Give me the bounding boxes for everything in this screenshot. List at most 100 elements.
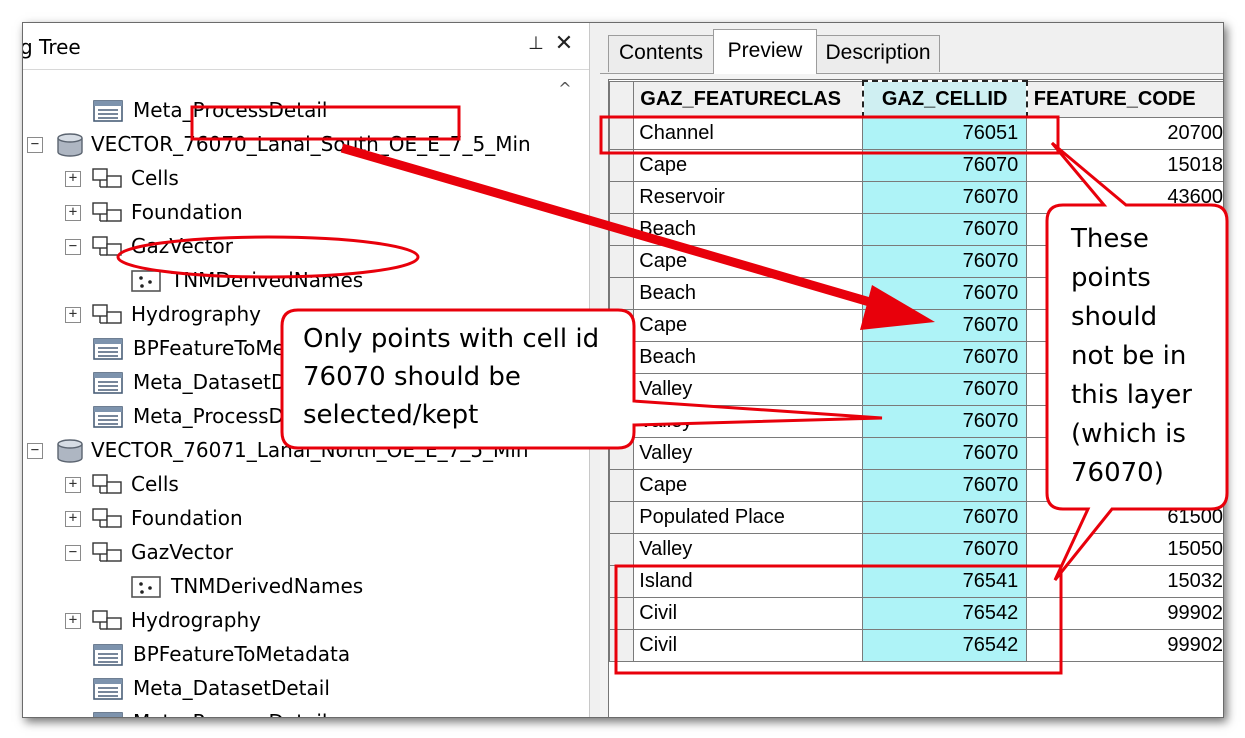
cell-feature-code[interactable]: 99902	[1026, 629, 1223, 662]
row-selector[interactable]	[609, 149, 635, 182]
collapse-icon[interactable]: −	[27, 137, 43, 153]
cell-featureclass[interactable]: Civil	[633, 629, 864, 662]
cell-featureclass[interactable]: Cape	[633, 309, 864, 342]
expand-icon[interactable]: +	[65, 171, 81, 187]
cell-cellid[interactable]: 76070	[862, 501, 1028, 534]
cell-cellid[interactable]: 76070	[862, 245, 1028, 278]
cell-feature-code[interactable]: 61500	[1026, 501, 1223, 534]
cell-featureclass[interactable]: Valley	[633, 437, 864, 470]
cell-cellid[interactable]: 76070	[862, 341, 1028, 374]
row-selector[interactable]	[609, 213, 635, 246]
row-selector[interactable]	[609, 181, 635, 214]
row-selector[interactable]	[609, 405, 635, 438]
cell-featureclass[interactable]: Beach	[633, 341, 864, 374]
cell-feature-code[interactable]: 15032	[1026, 565, 1223, 598]
cell-cellid[interactable]: 76070	[862, 405, 1028, 438]
expand-icon[interactable]: +	[65, 511, 81, 527]
cell-featureclass[interactable]: Island	[633, 565, 864, 598]
table-row[interactable]: Cape 76070 15018	[609, 149, 1223, 182]
row-selector[interactable]	[609, 501, 635, 534]
cell-featureclass[interactable]: Cape	[633, 245, 864, 278]
tab-contents[interactable]: Contents	[608, 35, 714, 72]
cell-featureclass[interactable]: Beach	[633, 213, 864, 246]
tree-item-tnmderivednames[interactable]: TNMDerivedNames	[23, 570, 583, 602]
tree-item-cells[interactable]: + Cells	[23, 468, 583, 500]
cell-cellid[interactable]: 76541	[862, 565, 1028, 598]
tree-item-meta-datasetdetail[interactable]: Meta_DatasetDetail	[23, 672, 583, 704]
cell-featureclass[interactable]: Valley	[633, 405, 864, 438]
cell-cellid[interactable]: 76070	[862, 309, 1028, 342]
row-header-corner[interactable]	[609, 80, 635, 118]
expand-icon[interactable]: +	[65, 477, 81, 493]
cell-feature-code[interactable]: 15018	[1026, 149, 1223, 182]
cell-featureclass[interactable]: Beach	[633, 277, 864, 310]
collapse-icon[interactable]: −	[27, 443, 43, 459]
column-header-feature-code[interactable]: FEATURE_CODE	[1026, 80, 1223, 118]
tree-item-meta-processdetail[interactable]: Meta_ProcessDetail	[23, 94, 583, 126]
row-selector[interactable]	[609, 437, 635, 470]
table-row[interactable]: Civil 76542 99902	[609, 597, 1223, 630]
row-selector[interactable]	[609, 469, 635, 502]
cell-featureclass[interactable]: Valley	[633, 373, 864, 406]
cell-feature-code[interactable]: 20700	[1026, 116, 1223, 150]
tree-item-foundation[interactable]: + Foundation	[23, 502, 583, 534]
cell-cellid[interactable]: 76070	[862, 533, 1028, 566]
collapse-icon[interactable]: −	[65, 545, 81, 561]
cell-featureclass[interactable]: Populated Place	[633, 501, 864, 534]
row-selector[interactable]	[609, 245, 635, 278]
expand-icon[interactable]: +	[65, 307, 81, 323]
row-selector[interactable]	[609, 341, 635, 374]
cell-featureclass[interactable]: Channel	[633, 116, 864, 150]
close-icon[interactable]: ✕	[553, 31, 575, 56]
row-selector[interactable]	[609, 597, 635, 630]
row-selector[interactable]	[609, 116, 635, 150]
table-row[interactable]: Island 76541 15032	[609, 565, 1223, 598]
tree-item-cells[interactable]: + Cells	[23, 162, 583, 194]
tree-item-hydrography[interactable]: + Hydrography	[23, 604, 583, 636]
pin-icon[interactable]: ⊥	[526, 33, 546, 55]
cell-cellid[interactable]: 76070	[862, 373, 1028, 406]
cell-featureclass[interactable]: Valley	[633, 533, 864, 566]
tree-item-vector-76071[interactable]: − VECTOR_76071_Lanai_North_OE_E_7_5_Min	[23, 434, 583, 466]
row-selector[interactable]	[609, 277, 635, 310]
tree-item-meta-processdetail[interactable]: Meta_ProcessDetail	[23, 706, 583, 717]
table-row[interactable]: Channel 76051 20700	[609, 116, 1223, 150]
cell-cellid[interactable]: 76070	[862, 213, 1028, 246]
tree-item-foundation[interactable]: + Foundation	[23, 196, 583, 228]
tab-description[interactable]: Description	[816, 35, 940, 72]
tree-item-tnmderivednames[interactable]: TNMDerivedNames	[23, 264, 583, 296]
cell-cellid[interactable]: 76070	[862, 149, 1028, 182]
tree-item-gazvector[interactable]: − GazVector	[23, 536, 583, 568]
row-selector[interactable]	[609, 565, 635, 598]
column-header-gaz-cellid[interactable]: GAZ_CELLID	[861, 80, 1028, 118]
tab-preview[interactable]: Preview	[713, 29, 817, 74]
cell-cellid[interactable]: 76070	[862, 277, 1028, 310]
cell-featureclass[interactable]: Reservoir	[633, 181, 864, 214]
column-header-gaz-featureclass[interactable]: GAZ_FEATURECLAS	[633, 80, 864, 118]
cell-cellid[interactable]: 76070	[862, 437, 1028, 470]
table-row[interactable]: Reservoir 76070 43600	[609, 181, 1223, 214]
tree-item-vector-76070[interactable]: − VECTOR_76070_Lanai_South_OE_E_7_5_Min	[23, 128, 583, 160]
expand-icon[interactable]: +	[65, 613, 81, 629]
cell-cellid[interactable]: 76070	[862, 469, 1028, 502]
row-selector[interactable]	[609, 373, 635, 406]
cell-cellid[interactable]: 76051	[862, 116, 1028, 150]
table-row[interactable]: Civil 76542 99902	[609, 629, 1223, 662]
tree-item-bpfeaturetometadata[interactable]: BPFeatureToMetadata	[23, 638, 583, 670]
row-selector[interactable]	[609, 629, 635, 662]
cell-cellid[interactable]: 76542	[862, 629, 1028, 662]
table-row[interactable]: Populated Place 76070 61500	[609, 501, 1223, 534]
cell-featureclass[interactable]: Civil	[633, 597, 864, 630]
cell-feature-code[interactable]: 15050	[1026, 533, 1223, 566]
cell-feature-code[interactable]: 99902	[1026, 597, 1223, 630]
row-selector[interactable]	[609, 533, 635, 566]
tree-item-gazvector[interactable]: − GazVector	[23, 230, 583, 262]
table-row[interactable]: Valley 76070 15050	[609, 533, 1223, 566]
cell-feature-code[interactable]: 43600	[1026, 181, 1223, 214]
expand-icon[interactable]: +	[65, 205, 81, 221]
row-selector[interactable]	[609, 309, 635, 342]
cell-cellid[interactable]: 76542	[862, 597, 1028, 630]
collapse-icon[interactable]: −	[65, 239, 81, 255]
cell-featureclass[interactable]: Cape	[633, 149, 864, 182]
cell-featureclass[interactable]: Cape	[633, 469, 864, 502]
